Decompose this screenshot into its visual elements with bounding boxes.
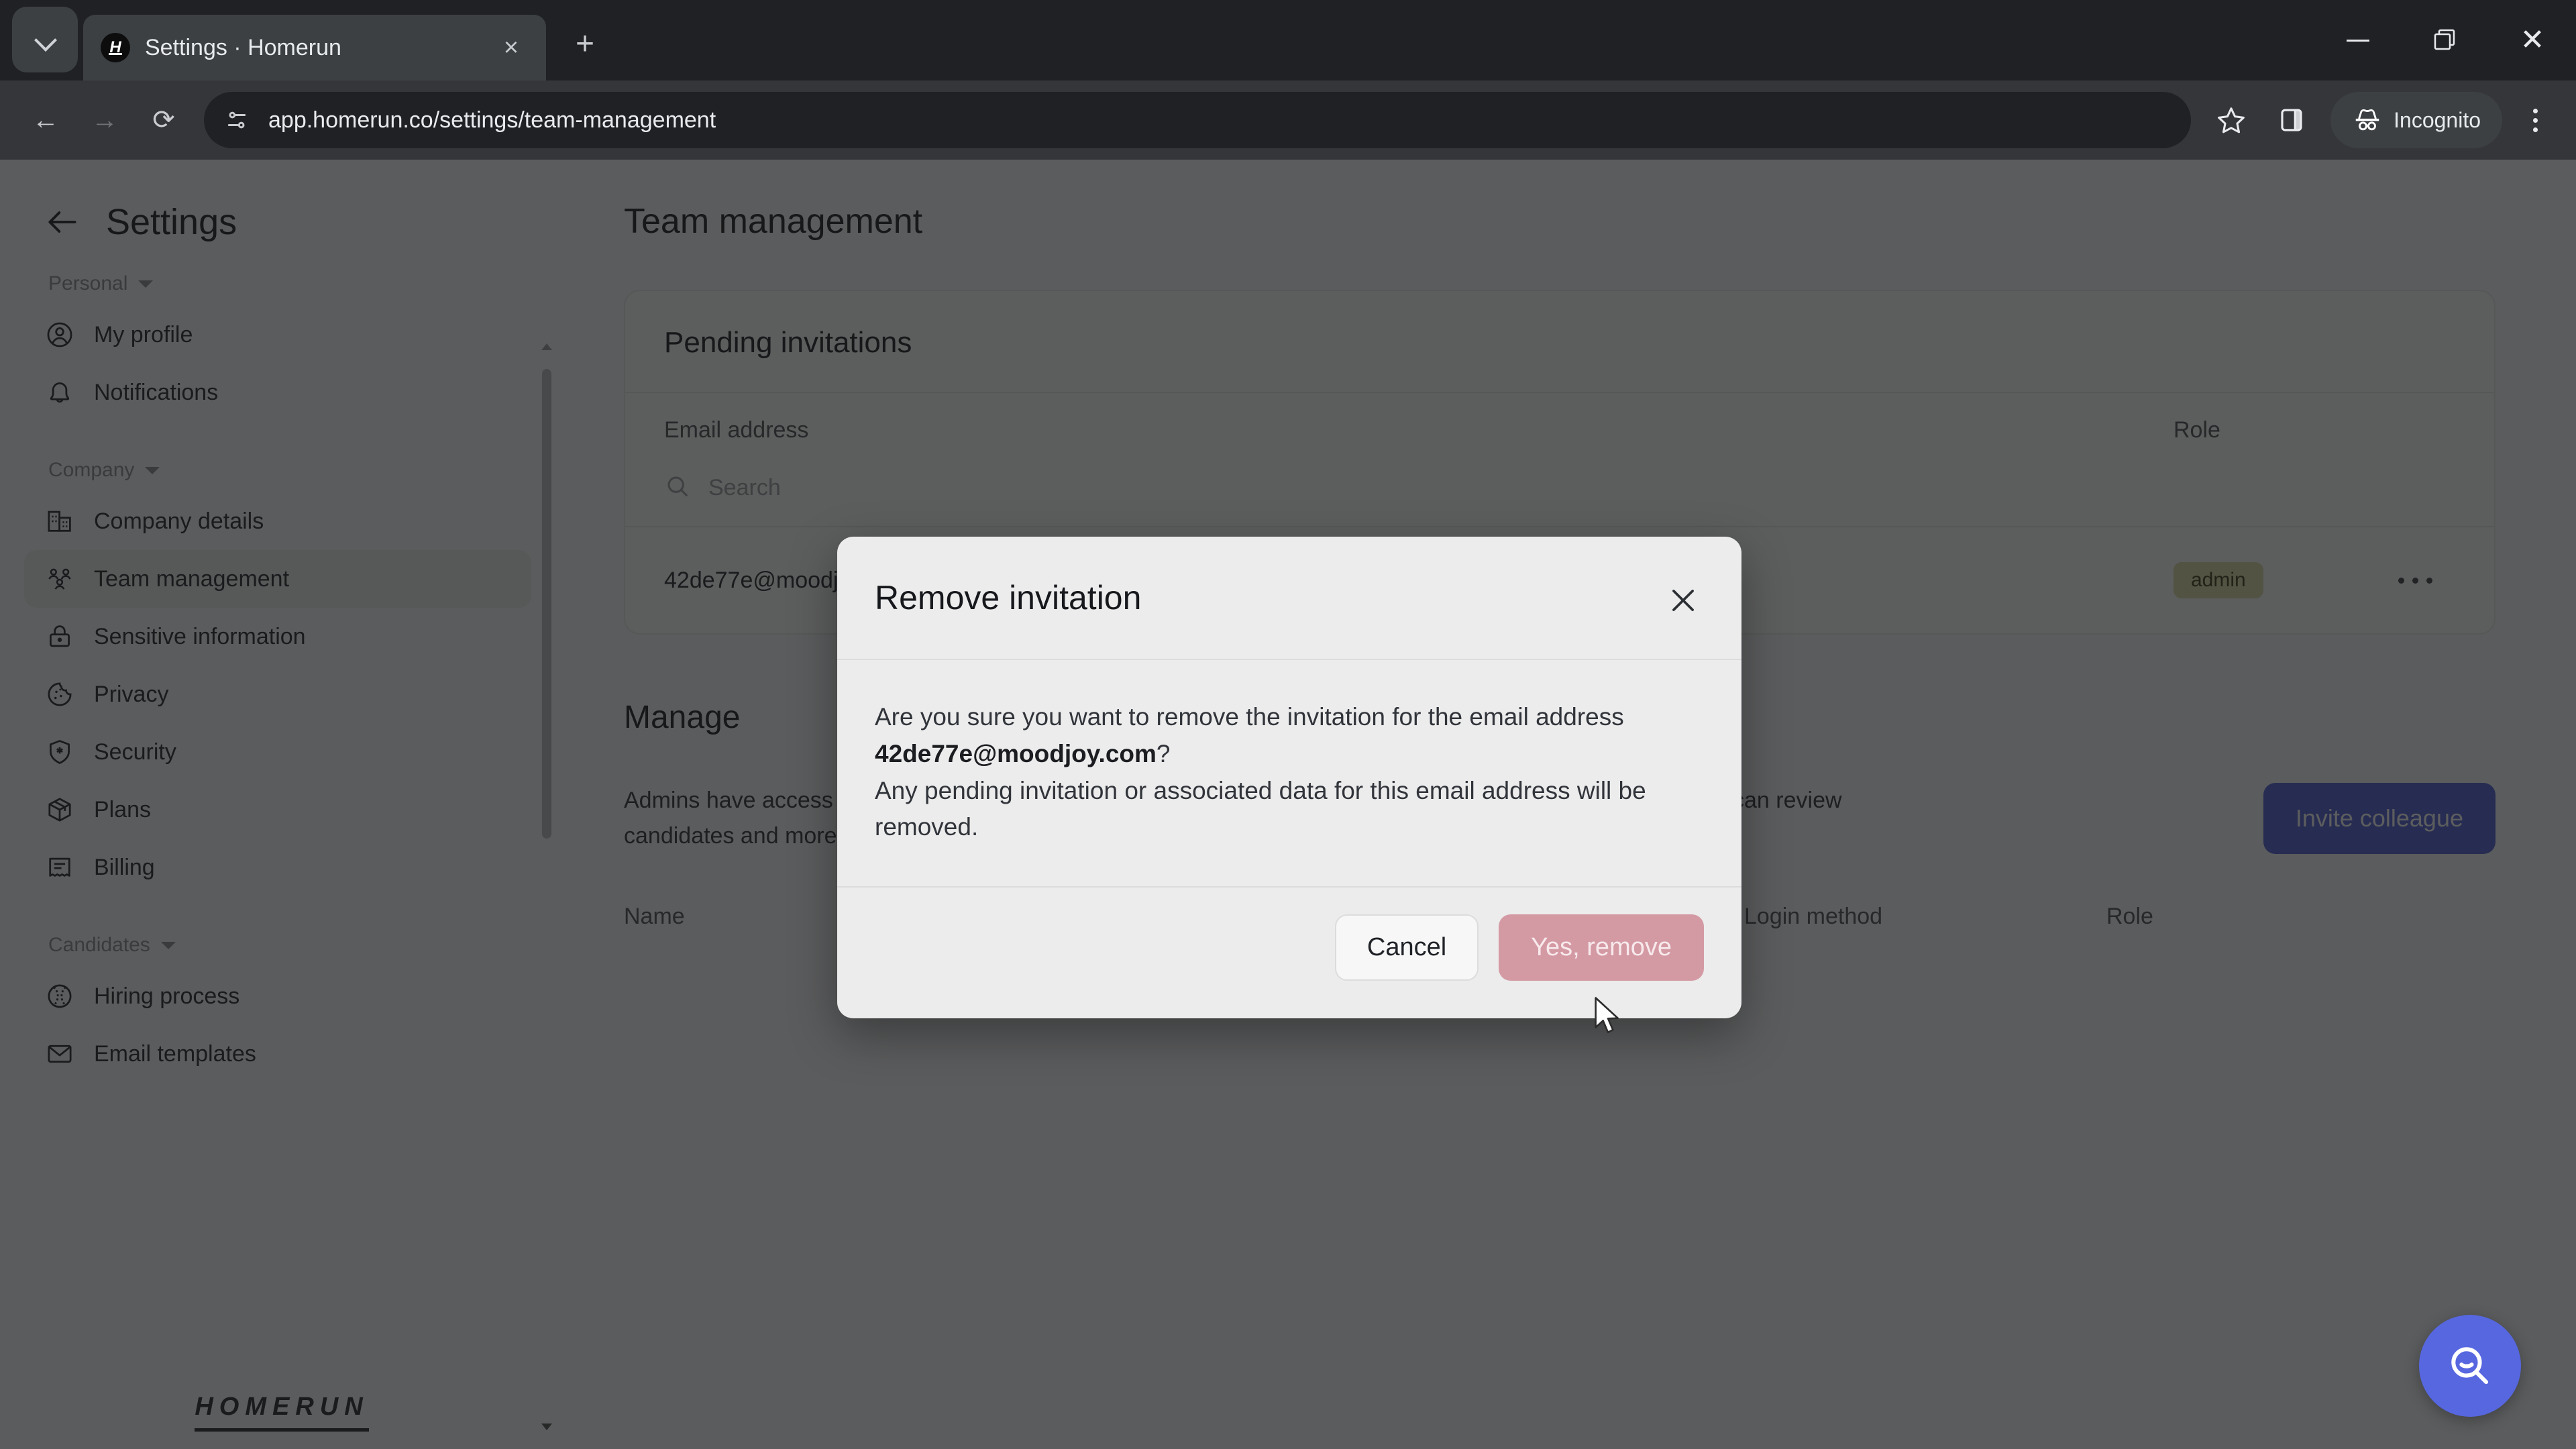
modal-message-suffix: ? (1156, 739, 1171, 767)
confirm-remove-button[interactable]: Yes, remove (1499, 914, 1704, 981)
window-controls: ✕ (2314, 0, 2576, 80)
browser-toolbar: ← → ⟳ app.homerun.co/settings/team-manag… (0, 80, 2576, 160)
close-icon[interactable] (1662, 580, 1704, 621)
site-settings-icon[interactable] (215, 98, 259, 142)
kebab-dot (2532, 108, 2538, 113)
chevron-down-icon (35, 30, 55, 50)
modal-footer: Cancel Yes, remove (837, 888, 1741, 1018)
restore-icon (2434, 29, 2455, 50)
side-panel-icon[interactable] (2263, 92, 2320, 148)
modal-message-secondary: Any pending invitation or associated dat… (875, 776, 1646, 841)
reload-button[interactable]: ⟳ (136, 92, 192, 148)
kebab-dot (2532, 127, 2538, 132)
search-fab-button[interactable] (2419, 1315, 2521, 1417)
search-icon (2451, 1347, 2489, 1385)
modal-header: Remove invitation (837, 537, 1741, 659)
close-icon: ✕ (2520, 23, 2545, 56)
tab-strip: H Settings · Homerun × + ✕ (0, 0, 2576, 80)
new-tab-button[interactable]: + (558, 17, 612, 71)
maximize-window-button[interactable] (2402, 0, 2489, 80)
modal-message-email: 42de77e@moodjoy.com (875, 739, 1157, 767)
incognito-indicator[interactable]: Incognito (2330, 92, 2502, 148)
bookmark-star-icon[interactable] (2203, 92, 2259, 148)
address-bar-url: app.homerun.co/settings/team-management (268, 107, 716, 133)
browser-tab[interactable]: H Settings · Homerun × (83, 15, 546, 80)
cancel-button[interactable]: Cancel (1334, 914, 1479, 981)
close-window-button[interactable]: ✕ (2489, 0, 2576, 80)
omnibox[interactable]: app.homerun.co/settings/team-management (204, 92, 2192, 148)
back-button[interactable]: ← (17, 92, 74, 148)
modal-title: Remove invitation (875, 579, 1142, 616)
incognito-label: Incognito (2394, 107, 2481, 132)
minimize-icon (2347, 39, 2369, 42)
remove-invitation-modal: Remove invitation Are you sure you want … (837, 537, 1741, 1018)
toolbar-right-actions: Incognito (2203, 92, 2559, 148)
incognito-hat-icon (2355, 109, 2379, 131)
tab-search-button[interactable] (12, 7, 78, 72)
modal-body: Are you sure you want to remove the invi… (837, 660, 1741, 886)
browser-menu-button[interactable] (2512, 92, 2559, 148)
forward-button[interactable]: → (76, 92, 133, 148)
tab-title: Settings · Homerun (145, 34, 341, 60)
browser-window: H Settings · Homerun × + ✕ ← → ⟳ app.hom… (0, 0, 2576, 1449)
close-tab-icon[interactable]: × (494, 30, 529, 65)
modal-message: Are you sure you want to remove the invi… (875, 699, 1704, 773)
homerun-favicon-icon: H (101, 33, 130, 62)
modal-message-prefix: Are you sure you want to remove the invi… (875, 703, 1624, 731)
minimize-window-button[interactable] (2314, 0, 2402, 80)
kebab-dot (2532, 117, 2538, 123)
